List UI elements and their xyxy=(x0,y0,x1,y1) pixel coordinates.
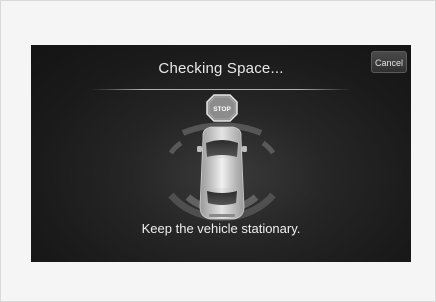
stop-sign-text: STOP xyxy=(213,106,231,113)
status-message: Keep the vehicle stationary. xyxy=(141,221,301,236)
parking-assist-screen: Checking Space... Cancel STOP Keep the v… xyxy=(31,45,411,262)
front-arc-right xyxy=(261,140,276,155)
car-topview-icon xyxy=(197,126,247,220)
figure-frame: Checking Space... Cancel STOP Keep the v… xyxy=(0,0,436,302)
front-arc-left xyxy=(168,140,183,155)
stop-sign-icon: STOP xyxy=(206,94,238,122)
